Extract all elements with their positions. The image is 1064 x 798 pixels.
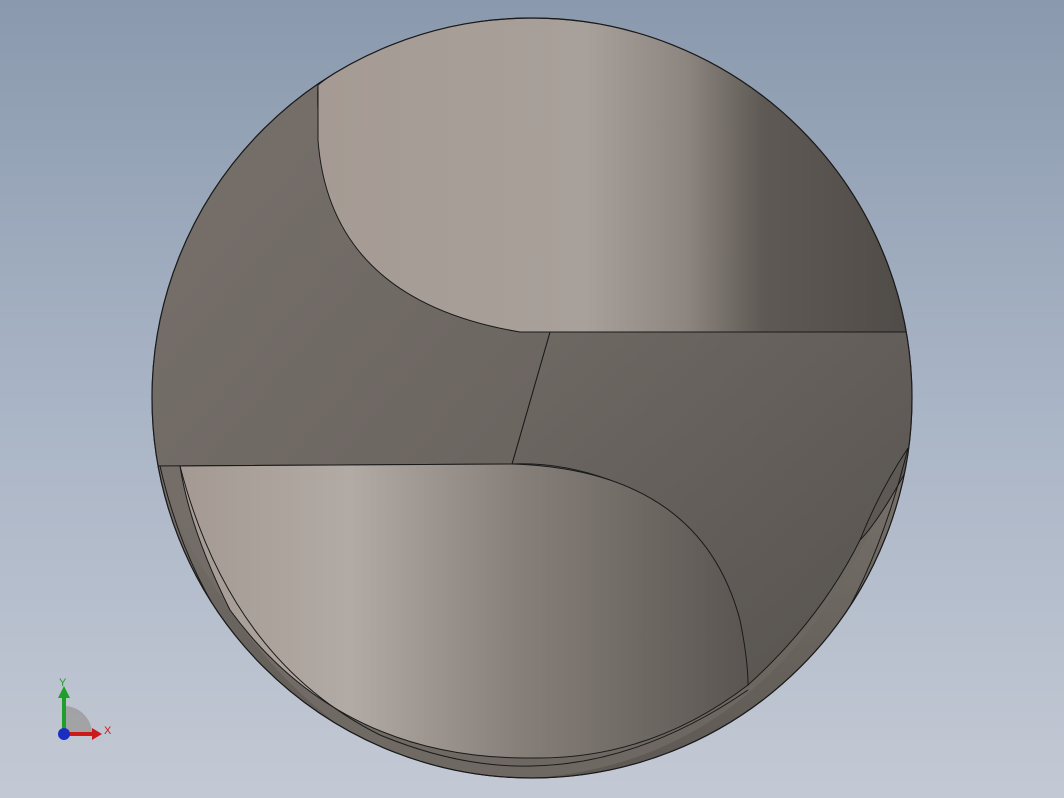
graphics-viewport[interactable]	[0, 0, 1064, 798]
x-axis-label: X	[104, 725, 112, 737]
model-view[interactable]	[0, 0, 1064, 798]
coordinate-triad[interactable]: Y X	[44, 676, 124, 746]
x-axis-arrowhead	[92, 728, 102, 740]
y-axis-label: Y	[59, 677, 67, 689]
top-flute-face	[317, 18, 912, 333]
z-axis-origin	[58, 728, 70, 740]
bottom-flute-face	[179, 463, 749, 759]
